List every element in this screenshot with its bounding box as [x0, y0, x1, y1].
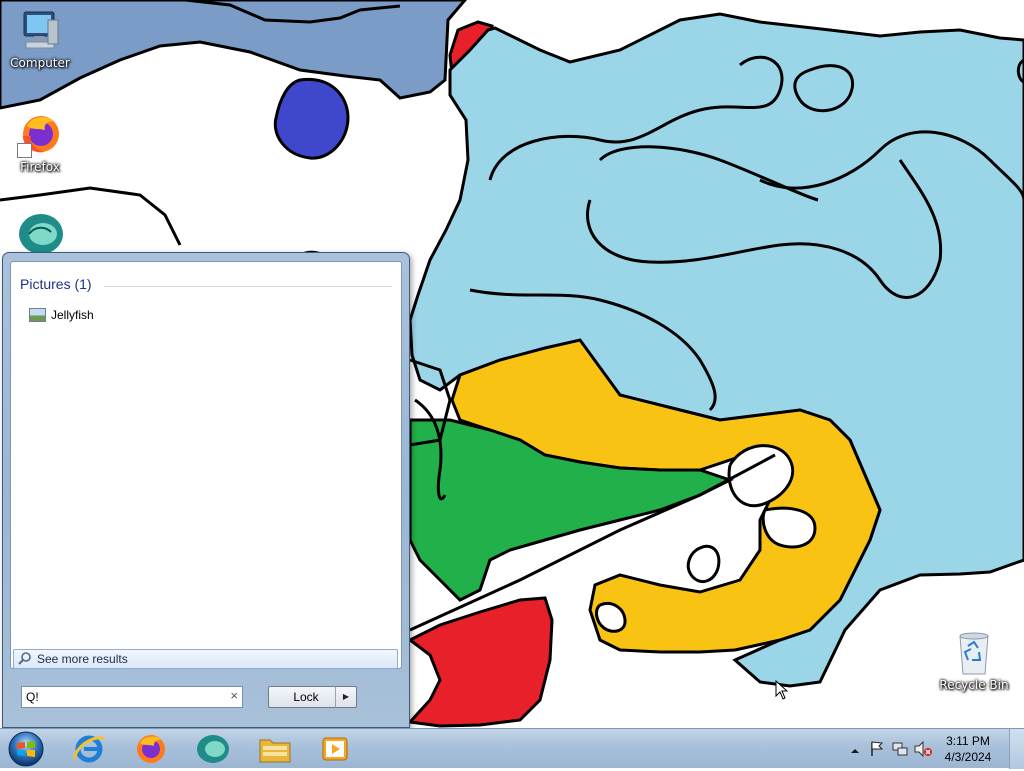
start-button[interactable]: [6, 731, 46, 767]
results-group-header[interactable]: Pictures (1): [20, 276, 392, 296]
start-menu: Pictures (1) Jellyfish See more results …: [2, 252, 410, 728]
show-desktop-button[interactable]: [1009, 729, 1024, 769]
picture-icon: [29, 308, 46, 322]
mouse-cursor-icon: [775, 680, 789, 700]
lock-button[interactable]: Lock: [268, 686, 344, 708]
action-center-flag-icon[interactable]: [870, 741, 884, 761]
desktop-icon-computer[interactable]: Computer: [2, 8, 78, 70]
search-results-pane: Pictures (1) Jellyfish: [10, 261, 402, 669]
taskbar: 3:11 PM 4/3/2024: [0, 728, 1024, 769]
clear-search-icon[interactable]: ×: [230, 688, 238, 703]
start-search-box[interactable]: ×: [21, 686, 243, 708]
see-more-results-button[interactable]: See more results: [13, 649, 398, 669]
taskbar-green-app[interactable]: [186, 732, 240, 766]
taskbar-windows-explorer[interactable]: [248, 732, 302, 766]
shortcut-arrow-icon: [17, 143, 32, 158]
taskbar-firefox[interactable]: [124, 732, 178, 766]
desktop[interactable]: Computer Firefox Recycle Bin Pictures (1…: [0, 0, 1024, 728]
search-icon: [18, 651, 32, 668]
group-header-divider: [104, 286, 392, 287]
results-group-title: Pictures (1): [20, 276, 92, 292]
taskbar-internet-explorer[interactable]: [62, 732, 116, 766]
system-tray: 3:11 PM 4/3/2024: [834, 729, 1024, 769]
desktop-icon-label: Recycle Bin: [939, 678, 1009, 692]
search-result-label: Jellyfish: [51, 308, 94, 322]
volume-muted-icon[interactable]: [914, 740, 932, 761]
taskbar-media-player[interactable]: [308, 732, 362, 766]
desktop-icon-label: Computer: [10, 56, 70, 70]
taskbar-clock[interactable]: 3:11 PM 4/3/2024: [938, 733, 998, 765]
folder-icon: [259, 739, 291, 763]
green-app-icon: [197, 735, 229, 763]
start-search-input[interactable]: [26, 690, 216, 704]
clock-date: 4/3/2024: [944, 750, 992, 764]
windows-logo-icon: [8, 731, 44, 767]
computer-icon: [18, 8, 62, 54]
clock-time: 3:11 PM: [946, 734, 990, 748]
see-more-results-label: See more results: [37, 652, 128, 666]
recycle-bin-icon: [954, 630, 994, 676]
firefox-icon: [17, 112, 63, 158]
desktop-icon-label: Firefox: [20, 160, 60, 174]
desktop-icon-firefox[interactable]: Firefox: [2, 112, 78, 174]
internet-explorer-icon: [72, 735, 105, 763]
green-app-icon: [15, 212, 65, 256]
network-icon[interactable]: [892, 741, 908, 761]
show-hidden-icons-icon[interactable]: [850, 741, 860, 760]
media-player-icon: [322, 737, 348, 761]
firefox-icon: [137, 735, 165, 763]
desktop-icon-recycle-bin[interactable]: Recycle Bin: [936, 630, 1012, 692]
search-result-item[interactable]: Jellyfish: [29, 305, 229, 325]
power-options-arrow-icon[interactable]: ▶: [335, 686, 357, 708]
